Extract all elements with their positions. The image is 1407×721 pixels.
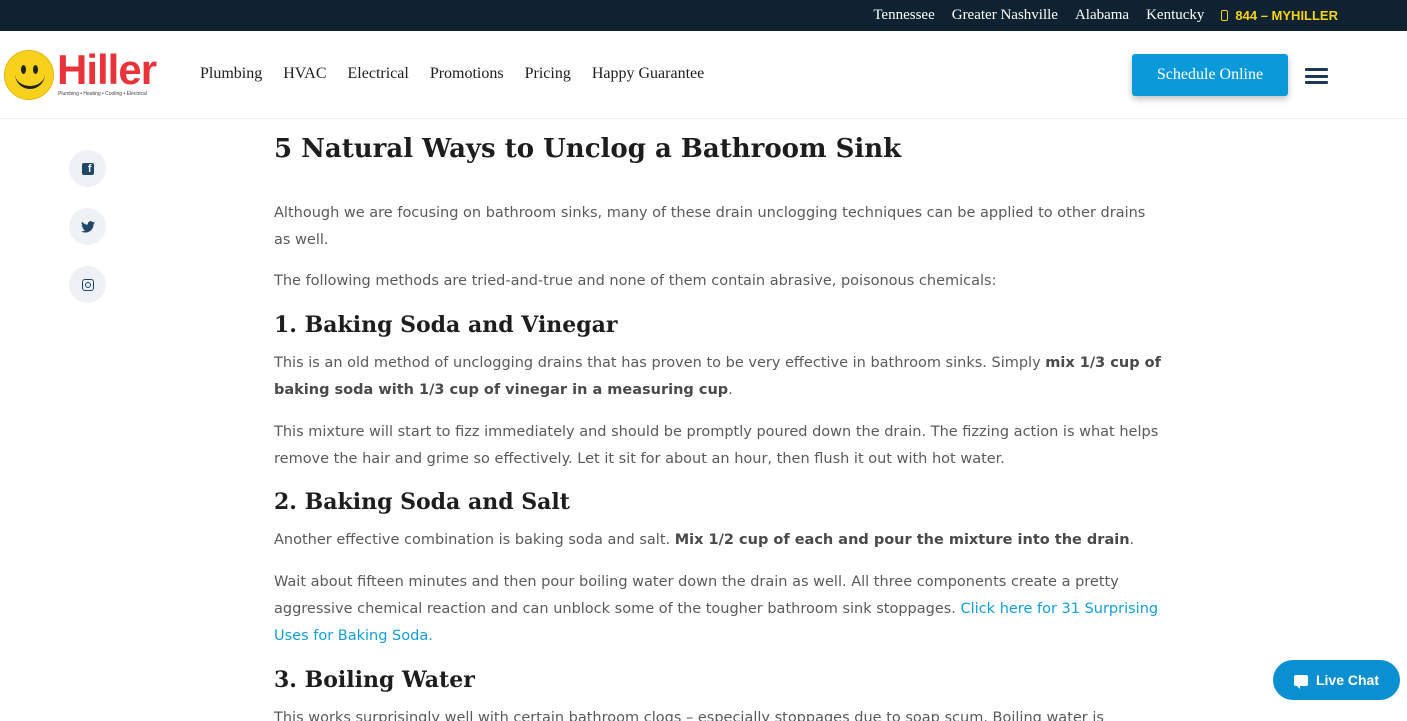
nav-item-electrical[interactable]: Electrical xyxy=(348,65,409,83)
intro-paragraph-2: The following methods are tried-and-true… xyxy=(274,273,997,289)
article-body: 5 Natural Ways to Unclog a Bathroom Sink… xyxy=(274,130,1164,721)
live-chat-label: Live Chat xyxy=(1315,672,1379,688)
section-2-paragraph-2: Wait about fifteen minutes and then pour… xyxy=(274,574,1159,644)
twitter-icon xyxy=(80,220,95,233)
hiller-logo[interactable]: Hiller Plumbing • Heating • Cooling • El… xyxy=(4,46,179,104)
region-link-alabama[interactable]: Alabama xyxy=(1075,7,1129,24)
facebook-share-button[interactable]: f xyxy=(69,150,106,187)
top-bar: Tennessee Greater Nashville Alabama Kent… xyxy=(0,0,1407,31)
logo-wordmark: Hiller xyxy=(57,46,157,93)
nav-item-plumbing[interactable]: Plumbing xyxy=(200,65,262,83)
nav-item-pricing[interactable]: Pricing xyxy=(525,65,571,83)
twitter-share-button[interactable] xyxy=(69,208,106,245)
section-2-paragraph-1: Another effective combination is baking … xyxy=(274,532,1135,548)
live-chat-button[interactable]: Live Chat xyxy=(1273,660,1400,700)
instagram-icon xyxy=(81,278,94,291)
facebook-icon: f xyxy=(81,162,94,175)
article-title: 5 Natural Ways to Unclog a Bathroom Sink xyxy=(274,134,902,164)
section-3-paragraph-1: This works surprisingly well with certai… xyxy=(274,710,1104,721)
section-heading-1: 1. Baking Soda and Vinegar xyxy=(274,312,618,338)
phone-number: 844 – MYHILLER xyxy=(1235,8,1338,23)
smiley-face-icon xyxy=(4,50,54,100)
instagram-share-button[interactable] xyxy=(69,266,106,303)
logo-tagline: Plumbing • Heating • Cooling • Electrica… xyxy=(58,91,147,97)
chat-bubble-icon xyxy=(1293,674,1308,689)
hamburger-menu-icon[interactable] xyxy=(1305,68,1328,84)
nav-item-happy-guarantee[interactable]: Happy Guarantee xyxy=(592,65,704,83)
nav-item-hvac[interactable]: HVAC xyxy=(283,65,326,83)
region-link-greater-nashville[interactable]: Greater Nashville xyxy=(952,7,1058,24)
schedule-online-button[interactable]: Schedule Online xyxy=(1132,54,1288,96)
section-1-paragraph-2: This mixture will start to fizz immediat… xyxy=(274,424,1159,467)
region-link-kentucky[interactable]: Kentucky xyxy=(1146,7,1204,24)
section-1-paragraph-1: This is an old method of unclogging drai… xyxy=(274,355,1161,398)
phone-icon xyxy=(1221,10,1229,21)
section-heading-3: 3. Boiling Water xyxy=(274,667,475,693)
main-nav: Plumbing HVAC Electrical Promotions Pric… xyxy=(200,65,725,83)
phone-link[interactable]: 844 – MYHILLER xyxy=(1221,8,1338,23)
intro-paragraph-1: Although we are focusing on bathroom sin… xyxy=(274,205,1146,248)
section-heading-2: 2. Baking Soda and Salt xyxy=(274,489,570,515)
site-header: Hiller Plumbing • Heating • Cooling • El… xyxy=(0,31,1407,119)
nav-item-promotions[interactable]: Promotions xyxy=(430,65,504,83)
region-link-tennessee[interactable]: Tennessee xyxy=(873,7,934,24)
